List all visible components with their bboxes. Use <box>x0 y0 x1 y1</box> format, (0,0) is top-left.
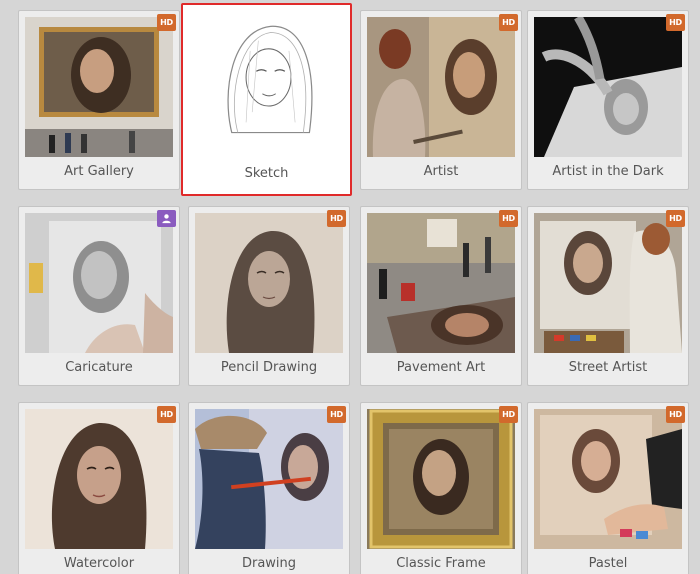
effect-label: Artist <box>423 164 459 179</box>
effect-tile-pencil-drawing[interactable]: HD Pencil Drawing <box>188 206 350 386</box>
effect-label: Sketch <box>244 166 289 181</box>
effect-tile-street-artist[interactable]: HD Street Artist <box>527 206 689 386</box>
sketch-thumbnail <box>188 10 345 153</box>
pavement-art-thumbnail <box>367 213 515 353</box>
effect-label: Drawing <box>241 556 297 571</box>
effect-tile-watercolor[interactable]: HD Watercolor <box>18 402 180 574</box>
effect-tile-pastel[interactable]: HD Pastel <box>527 402 689 574</box>
hd-badge: HD <box>157 14 176 31</box>
hd-badge: HD <box>666 210 685 227</box>
effect-tile-classic-frame[interactable]: HD Classic Frame <box>360 402 522 574</box>
effect-label: Classic Frame <box>396 556 486 571</box>
artist-in-the-dark-thumbnail <box>534 17 682 157</box>
effect-label: Artist in the Dark <box>552 164 664 179</box>
artist-thumbnail <box>367 17 515 157</box>
hd-badge: HD <box>157 406 176 423</box>
effect-tile-pavement-art[interactable]: HD Pavement Art <box>360 206 522 386</box>
hd-badge: HD <box>327 406 346 423</box>
effect-label: Street Artist <box>568 360 648 375</box>
effect-label: Pencil Drawing <box>220 360 318 375</box>
effect-tile-drawing[interactable]: HD Drawing <box>188 402 350 574</box>
drawing-thumbnail <box>195 409 343 549</box>
effect-label: Watercolor <box>63 556 135 571</box>
effect-tile-artist[interactable]: HD Artist <box>360 10 522 190</box>
hd-badge: HD <box>499 14 518 31</box>
effect-tile-artist-in-the-dark[interactable]: HD Artist in the Dark <box>527 10 689 190</box>
pencil-drawing-thumbnail <box>195 213 343 353</box>
effect-tile-art-gallery[interactable]: HD Art Gallery <box>18 10 180 190</box>
user-badge <box>157 210 176 227</box>
caricature-thumbnail <box>25 213 173 353</box>
hd-badge: HD <box>666 14 685 31</box>
hd-badge: HD <box>666 406 685 423</box>
classic-frame-thumbnail <box>367 409 515 549</box>
hd-badge: HD <box>499 210 518 227</box>
effect-tile-caricature[interactable]: Caricature <box>18 206 180 386</box>
art-gallery-thumbnail <box>25 17 173 157</box>
effect-label: Pastel <box>588 556 628 571</box>
user-icon <box>162 214 171 224</box>
watercolor-thumbnail <box>25 409 173 549</box>
hd-badge: HD <box>499 406 518 423</box>
effect-label: Caricature <box>65 360 133 375</box>
effect-tile-sketch[interactable]: Sketch <box>181 3 352 196</box>
effects-grid: HD Art Gallery Sketch HD Artist HD Artis… <box>0 0 700 574</box>
street-artist-thumbnail <box>534 213 682 353</box>
effect-label: Pavement Art <box>396 360 486 375</box>
hd-badge: HD <box>327 210 346 227</box>
pastel-thumbnail <box>534 409 682 549</box>
effect-label: Art Gallery <box>64 164 134 179</box>
